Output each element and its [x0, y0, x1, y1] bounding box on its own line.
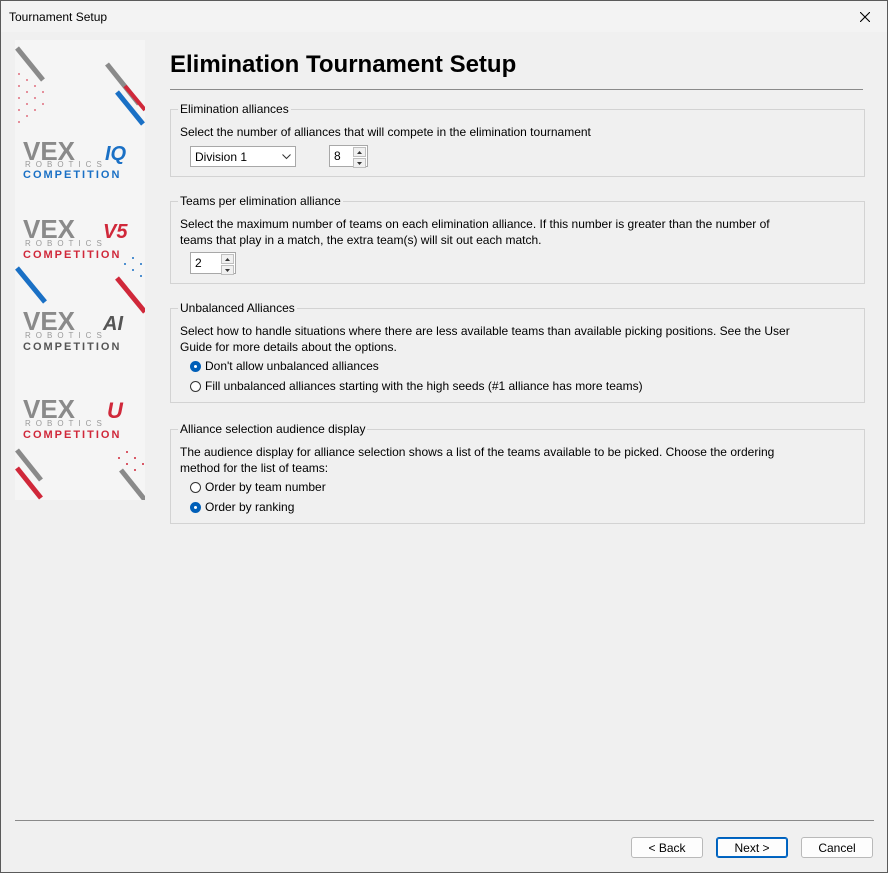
teams-count-value: 2 — [195, 256, 202, 270]
svg-text:ROBOTICS: ROBOTICS — [25, 160, 107, 169]
teams-description-line1: Select the maximum number of teams on ea… — [180, 217, 770, 231]
back-button[interactable]: < Back — [631, 837, 703, 858]
cancel-button[interactable]: Cancel — [801, 837, 873, 858]
radio-label: Order by team number — [205, 480, 326, 494]
close-icon — [860, 11, 870, 22]
next-button[interactable]: Next > — [716, 837, 788, 858]
spinner-up-button[interactable] — [353, 147, 366, 157]
page-title: Elimination Tournament Setup — [170, 51, 517, 78]
alliances-description: Select the number of alliances that will… — [180, 125, 591, 139]
audience-description-line1: The audience display for alliance select… — [180, 445, 775, 459]
vex-logos-graphic: VEX IQ ROBOTICS COMPETITION VEX V5 ROBOT… — [15, 46, 147, 502]
radio-label: Fill unbalanced alliances starting with … — [205, 379, 643, 393]
group-title: Teams per elimination alliance — [178, 194, 343, 208]
radio-order-by-team-number[interactable]: Order by team number — [190, 480, 326, 494]
division-select[interactable]: Division 1 — [190, 146, 296, 167]
audience-description-line2: method for the list of teams: — [180, 461, 329, 475]
chevron-down-icon — [282, 154, 291, 160]
radio-indicator-checked — [190, 501, 201, 513]
arrow-up-icon — [357, 150, 362, 154]
group-title: Alliance selection audience display — [178, 422, 368, 436]
spinner-down-button[interactable] — [353, 158, 366, 168]
teams-per-alliance-group: Teams per elimination alliance Select th… — [170, 194, 865, 284]
close-button[interactable] — [843, 1, 887, 32]
window-title: Tournament Setup — [9, 10, 108, 24]
spinner-up-button[interactable] — [221, 254, 234, 264]
spinner-down-button[interactable] — [221, 265, 234, 275]
alliance-count-value: 8 — [334, 149, 341, 163]
radio-indicator — [190, 481, 201, 493]
svg-text:COMPETITION: COMPETITION — [23, 169, 121, 181]
svg-text:V5: V5 — [103, 221, 128, 243]
radio-fill-unbalanced[interactable]: Fill unbalanced alliances starting with … — [190, 379, 643, 393]
title-divider — [170, 89, 863, 90]
radio-label: Don't allow unbalanced alliances — [205, 359, 379, 373]
radio-order-by-ranking[interactable]: Order by ranking — [190, 500, 294, 514]
radio-indicator-checked — [190, 360, 201, 372]
division-value: Division 1 — [195, 150, 248, 164]
unbalanced-description-line1: Select how to handle situations where th… — [180, 324, 790, 338]
alliance-count-spinner[interactable]: 8 — [329, 145, 368, 168]
elimination-alliances-group: Elimination alliances Select the number … — [170, 102, 865, 177]
unbalanced-alliances-group: Unbalanced Alliances Select how to handl… — [170, 301, 865, 403]
arrow-down-icon — [225, 268, 230, 272]
teams-description-line2: teams that play in a match, the extra te… — [180, 233, 542, 247]
title-bar: Tournament Setup — [1, 1, 887, 32]
svg-text:U: U — [107, 398, 124, 423]
teams-count-spinner[interactable]: 2 — [190, 252, 236, 275]
svg-text:IQ: IQ — [105, 143, 127, 165]
group-title: Unbalanced Alliances — [178, 301, 297, 315]
svg-text:ROBOTICS: ROBOTICS — [25, 419, 107, 428]
arrow-up-icon — [225, 257, 230, 261]
group-title: Elimination alliances — [178, 102, 291, 116]
radio-dont-allow-unbalanced[interactable]: Don't allow unbalanced alliances — [190, 359, 379, 373]
unbalanced-description-line2: Guide for more details about the options… — [180, 340, 397, 354]
svg-text:COMPETITION: COMPETITION — [23, 249, 121, 261]
audience-display-group: Alliance selection audience display The … — [170, 422, 865, 524]
radio-indicator — [190, 380, 201, 392]
sidebar-logo-panel: VEX IQ ROBOTICS COMPETITION VEX V5 ROBOT… — [15, 40, 147, 502]
svg-text:ROBOTICS: ROBOTICS — [25, 331, 107, 340]
footer-divider — [15, 820, 874, 821]
arrow-down-icon — [357, 161, 362, 165]
svg-text:COMPETITION: COMPETITION — [23, 341, 121, 353]
tournament-setup-window: Tournament Setup VEX IQ ROBOTICS COMPETI… — [0, 0, 888, 873]
svg-text:ROBOTICS: ROBOTICS — [25, 239, 107, 248]
svg-text:COMPETITION: COMPETITION — [23, 429, 121, 441]
radio-label: Order by ranking — [205, 500, 295, 514]
